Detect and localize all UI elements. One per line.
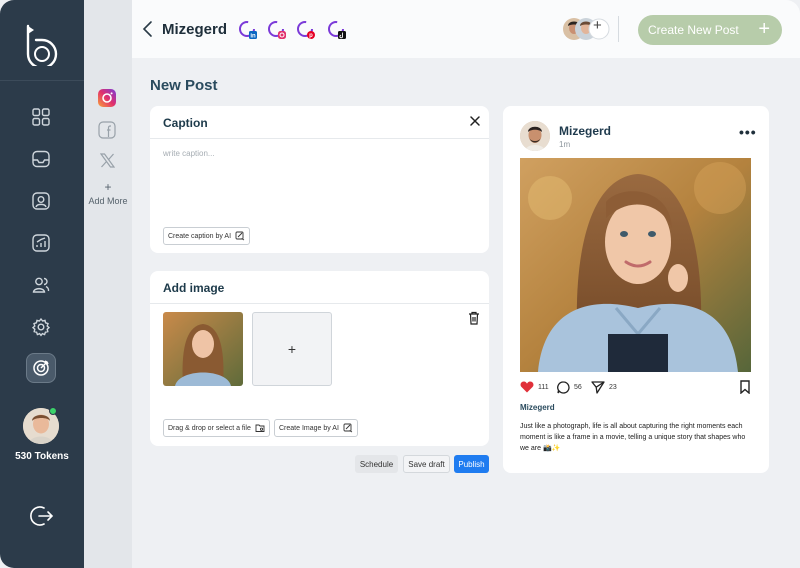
contact-icon bbox=[32, 192, 50, 210]
nav-campaigns[interactable] bbox=[26, 353, 56, 383]
facebook-icon bbox=[98, 121, 116, 139]
back-arrow-icon[interactable] bbox=[142, 20, 154, 38]
tokens-count: 530 Tokens bbox=[15, 451, 69, 462]
trash-icon[interactable] bbox=[468, 311, 480, 325]
save-draft-button[interactable]: Save draft bbox=[403, 455, 450, 473]
add-image-card: Add image + Drag & drop or select a file… bbox=[150, 271, 489, 446]
account-name: Mizegerd bbox=[162, 21, 228, 38]
create-new-post-button[interactable]: Create New Post + bbox=[638, 15, 782, 45]
target-icon bbox=[33, 360, 49, 376]
uploaded-image-thumbnail[interactable] bbox=[163, 312, 243, 386]
tiktok-platform-icon[interactable] bbox=[327, 20, 347, 40]
drag-drop-file-button[interactable]: Drag & drop or select a file bbox=[163, 419, 270, 437]
heart-icon bbox=[520, 381, 534, 393]
analytics-icon bbox=[32, 234, 50, 252]
linkedin-platform-icon[interactable]: in bbox=[238, 20, 258, 40]
add-more-plus-icon[interactable]: + bbox=[84, 180, 132, 194]
svg-text:in: in bbox=[250, 33, 256, 39]
portrait-photo-icon bbox=[520, 158, 751, 372]
create-caption-ai-button[interactable]: Create caption by AI bbox=[163, 227, 251, 245]
ai-edit-icon bbox=[235, 231, 245, 241]
comments-count: 56 bbox=[574, 384, 582, 391]
send-icon bbox=[591, 381, 605, 394]
publish-button[interactable]: Publish bbox=[454, 455, 489, 473]
online-status-dot bbox=[49, 407, 57, 415]
team-add-icon[interactable]: + bbox=[593, 17, 602, 34]
pinterest-platform-icon[interactable]: p bbox=[296, 20, 316, 40]
rail-divider bbox=[0, 80, 84, 81]
ai-edit-icon bbox=[343, 423, 353, 433]
settings-icon bbox=[31, 317, 51, 337]
preview-username: Mizegerd bbox=[520, 403, 555, 412]
x-icon bbox=[99, 152, 115, 168]
instagram-icon bbox=[98, 89, 116, 107]
drag-drop-label: Drag & drop or select a file bbox=[168, 424, 251, 432]
nav-analytics[interactable] bbox=[26, 228, 56, 258]
svg-text:p: p bbox=[309, 33, 313, 39]
page-title: New Post bbox=[150, 77, 218, 94]
create-new-post-label: Create New Post bbox=[648, 23, 739, 37]
grid-icon bbox=[32, 108, 50, 126]
caption-card-header: Caption bbox=[150, 106, 489, 139]
comments-stat[interactable]: 56 bbox=[557, 381, 582, 394]
nav-settings[interactable] bbox=[26, 312, 56, 342]
preview-avatar bbox=[520, 121, 550, 151]
social-accounts-column: + Add More bbox=[84, 0, 132, 568]
add-image-title: Add image bbox=[163, 281, 225, 295]
nav-inbox[interactable] bbox=[26, 144, 56, 174]
more-options-icon[interactable]: ••• bbox=[739, 124, 757, 140]
add-more-label[interactable]: Add More bbox=[84, 196, 132, 206]
caption-title: Caption bbox=[163, 116, 208, 130]
bookmark-icon[interactable] bbox=[739, 380, 751, 394]
account-instagram[interactable] bbox=[97, 88, 117, 108]
top-header: Mizegerd in p + Create New Post + bbox=[132, 0, 800, 58]
nav-users[interactable] bbox=[26, 270, 56, 300]
create-image-ai-button[interactable]: Create Image by AI bbox=[274, 419, 358, 437]
likes-count: 111 bbox=[538, 383, 549, 391]
post-preview-card: Mizegerd 1m ••• 111 56 23 Mizegerd Just … bbox=[503, 106, 769, 473]
likes-stat[interactable]: 111 bbox=[520, 381, 549, 393]
account-x[interactable] bbox=[97, 150, 117, 170]
account-facebook[interactable] bbox=[97, 120, 117, 140]
preview-timestamp: 1m bbox=[559, 140, 571, 149]
caption-input[interactable]: write caption... bbox=[163, 149, 215, 158]
portrait-photo-icon bbox=[163, 312, 243, 386]
close-icon[interactable] bbox=[469, 115, 481, 127]
comment-icon bbox=[557, 381, 570, 394]
nav-contacts[interactable] bbox=[26, 186, 56, 216]
preview-photo bbox=[520, 158, 751, 372]
preview-account-name: Mizegerd bbox=[559, 124, 612, 138]
shares-count: 23 bbox=[609, 384, 617, 391]
users-icon bbox=[32, 277, 50, 293]
man-avatar-icon bbox=[520, 121, 550, 151]
caption-card: Caption write caption... Create caption … bbox=[150, 106, 489, 253]
add-image-button[interactable]: + bbox=[252, 312, 332, 386]
nav-dashboard[interactable] bbox=[26, 102, 56, 132]
instagram-platform-icon[interactable] bbox=[267, 20, 287, 40]
header-divider bbox=[618, 16, 619, 42]
logout-icon[interactable] bbox=[30, 505, 54, 527]
shares-stat[interactable]: 23 bbox=[591, 381, 617, 394]
inbox-icon bbox=[32, 150, 50, 168]
create-caption-ai-label: Create caption by AI bbox=[168, 232, 232, 240]
folder-icon bbox=[255, 424, 265, 432]
add-image-header: Add image bbox=[150, 271, 489, 304]
brand-logo-icon[interactable] bbox=[24, 22, 60, 66]
left-sidebar: 530 Tokens bbox=[0, 0, 84, 568]
team-avatars[interactable] bbox=[562, 17, 610, 41]
schedule-button[interactable]: Schedule bbox=[355, 455, 398, 473]
preview-caption-text: Just like a photograph, life is all abou… bbox=[520, 423, 746, 452]
plus-icon: + bbox=[758, 18, 770, 40]
create-image-ai-label: Create Image by AI bbox=[279, 424, 339, 432]
